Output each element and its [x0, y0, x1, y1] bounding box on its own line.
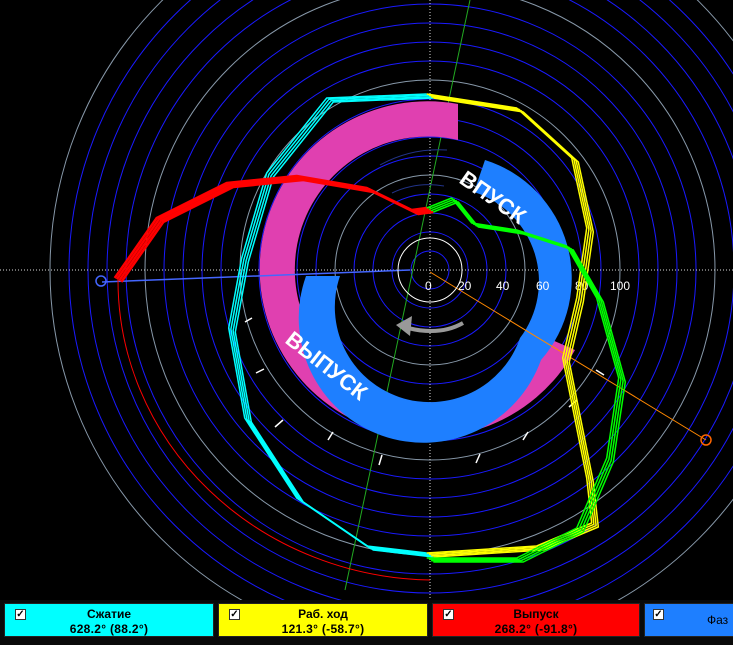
exhaust-status-label: Выпуск — [513, 607, 559, 621]
scale-label-20: 20 — [458, 279, 472, 293]
grid-ring — [68, 0, 733, 600]
grid-ring — [49, 0, 733, 600]
scale-label-60: 60 — [536, 279, 550, 293]
status-bar: ✓ Сжатие 628.2° (88.2°) ✓ Раб. ход 121.3… — [0, 600, 733, 645]
left-marker-handle[interactable] — [95, 275, 107, 287]
left-marker-line — [101, 269, 411, 283]
power-stroke-label: Раб. ход — [298, 607, 348, 621]
power-stroke-value: 121.3° (-58.7°) — [281, 622, 365, 636]
compression-panel[interactable]: ✓ Сжатие 628.2° (88.2°) — [4, 603, 214, 637]
green-tdc-line — [344, 0, 471, 591]
scale-label-0: 0 — [425, 279, 432, 293]
phases-label: Фаз — [707, 613, 729, 627]
polar-grid-rings — [49, 0, 733, 600]
exhaust-value: 268.2° (-91.8°) — [494, 622, 578, 636]
rotation-arrow-head — [396, 316, 412, 336]
exhaust-panel[interactable]: ✓ Выпуск 268.2° (-91.8°) — [432, 603, 640, 637]
scale-label-100: 100 — [610, 279, 630, 293]
phases-panel[interactable]: ✓ Фаз — [644, 603, 733, 637]
compression-value: 628.2° (88.2°) — [69, 622, 149, 636]
power-stroke-panel[interactable]: ✓ Раб. ход 121.3° (-58.7°) — [218, 603, 428, 637]
grid-ring — [106, 0, 733, 594]
compression-label: Сжатие — [86, 607, 132, 621]
scale-label-40: 40 — [496, 279, 510, 293]
polar-diagram: 0 20 40 60 80 100 ВПУСК ВЫПУСК — [0, 0, 733, 600]
phases-checkbox[interactable]: ✓ — [653, 609, 664, 620]
power-stroke-curve — [428, 94, 595, 556]
